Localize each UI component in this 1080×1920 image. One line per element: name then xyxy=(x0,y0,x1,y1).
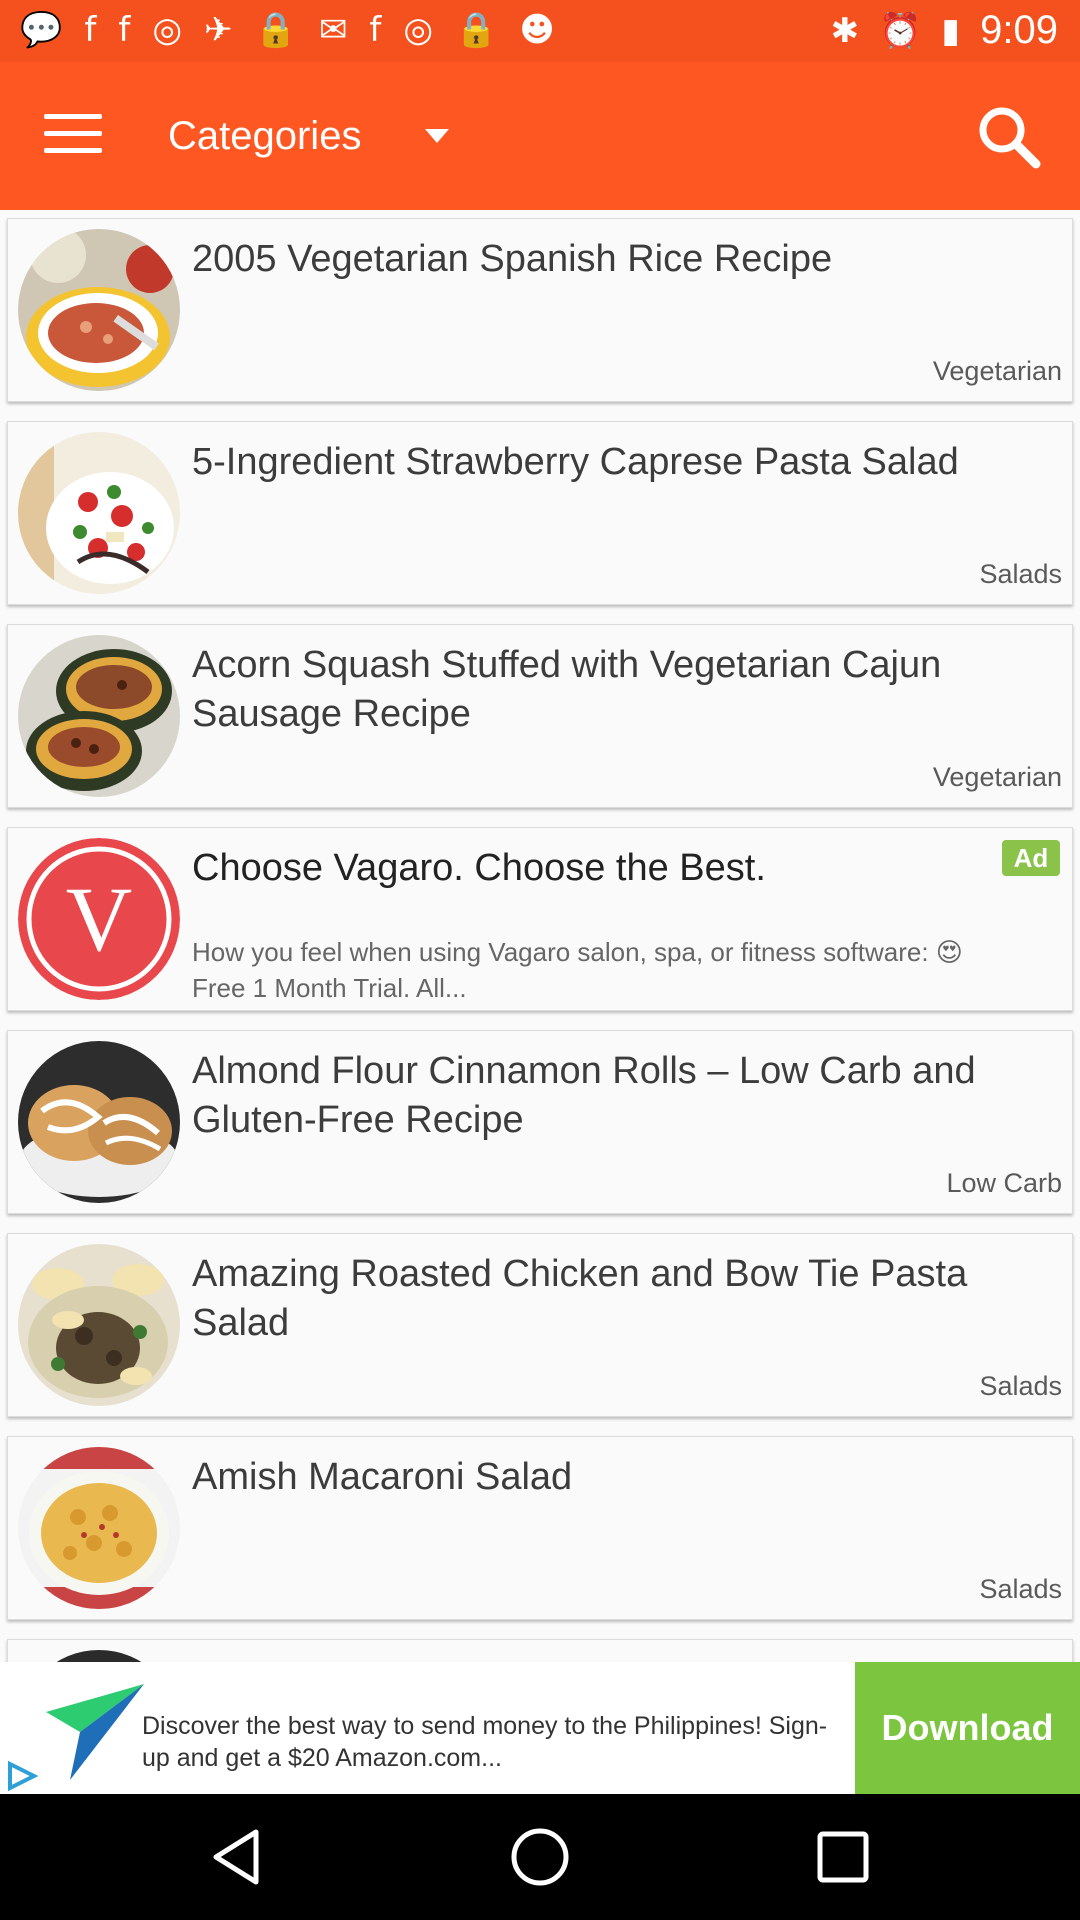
chat-icon: 💬 xyxy=(20,10,63,50)
recipe-card[interactable]: Amish Macaroni Salad Salads xyxy=(7,1436,1073,1620)
notification-icons: 💬 f f ◎ ✈ 🔒 ✉ f ◎ 🔒 ☻ xyxy=(20,10,555,50)
alarm-icon: ⏰ xyxy=(879,10,922,51)
clock: 9:09 xyxy=(980,8,1058,52)
categories-dropdown[interactable]: Categories xyxy=(168,104,450,168)
ad-badge: Ad xyxy=(1002,840,1060,876)
android-icon: ☻ xyxy=(519,10,555,50)
ad-title: Choose Vagaro. Choose the Best. xyxy=(192,847,766,889)
recipe-category: Low Carb xyxy=(946,1168,1062,1198)
recipe-thumbnail xyxy=(18,432,180,594)
mail-icon: ✉ xyxy=(318,10,348,50)
recipe-thumbnail xyxy=(18,1041,180,1203)
recipe-card[interactable]: Almond Flour Cinnamon Rolls – Low Carb a… xyxy=(7,1030,1073,1214)
opera-icon: ◎ xyxy=(152,10,182,50)
app-toolbar: Categories xyxy=(0,62,1080,210)
recipe-card[interactable]: Amazing Roasted Chicken and Bow Tie Past… xyxy=(7,1233,1073,1417)
dropdown-arrow-icon xyxy=(425,129,450,143)
facebook-icon: f xyxy=(118,10,131,50)
recipe-title: Amazing Roasted Chicken and Bow Tie Past… xyxy=(192,1253,968,1344)
categories-title: Categories xyxy=(168,113,362,158)
status-bar: 💬 f f ◎ ✈ 🔒 ✉ f ◎ 🔒 ☻ ✱ ⏰ ▮ 9:09 xyxy=(0,0,1080,62)
navigation-bar xyxy=(0,1794,1080,1920)
recipe-title: 2005 Vegetarian Spanish Rice Recipe xyxy=(192,238,833,280)
back-icon[interactable] xyxy=(202,1822,272,1892)
search-icon[interactable] xyxy=(974,102,1044,172)
opera-icon: ◎ xyxy=(403,10,433,50)
banner-ad-text: Discover the best way to send money to t… xyxy=(142,1712,828,1772)
send-money-logo-icon xyxy=(40,1682,150,1782)
recipe-thumbnail xyxy=(18,229,180,391)
download-button[interactable]: Download xyxy=(855,1662,1080,1794)
recipe-title: Almond Flour Cinnamon Rolls – Low Carb a… xyxy=(192,1050,976,1141)
battery-icon: ▮ xyxy=(941,10,961,51)
vagaro-logo-letter: V xyxy=(66,868,132,970)
recipe-card[interactable]: 2005 Vegetarian Spanish Rice Recipe Vege… xyxy=(7,218,1073,402)
bluetooth-icon: ✱ xyxy=(830,10,860,51)
recipe-card[interactable]: 5-Ingredient Strawberry Caprese Pasta Sa… xyxy=(7,421,1073,605)
lock-icon: 🔒 xyxy=(454,10,498,50)
recipe-category: Vegetarian xyxy=(932,762,1062,792)
recipe-title: 5-Ingredient Strawberry Caprese Pasta Sa… xyxy=(192,441,959,483)
recipe-thumbnail xyxy=(18,1244,180,1406)
recipe-category: Salads xyxy=(979,1574,1062,1604)
facebook-icon: f xyxy=(84,10,97,50)
adchoices-icon[interactable] xyxy=(0,1758,42,1794)
recipe-category: Vegetarian xyxy=(932,356,1062,386)
facebook-icon: f xyxy=(369,10,382,50)
recipe-thumbnail xyxy=(18,635,180,797)
recipe-thumbnail xyxy=(18,1447,180,1609)
recipe-category: Salads xyxy=(979,559,1062,589)
fake-gps-icon: ✈ xyxy=(203,10,233,50)
menu-icon[interactable] xyxy=(44,114,102,158)
home-icon[interactable] xyxy=(505,1822,575,1892)
recipe-title: Amish Macaroni Salad xyxy=(192,1456,573,1498)
banner-ad[interactable]: Discover the best way to send money to t… xyxy=(0,1662,1080,1794)
ad-card[interactable]: V Choose Vagaro. Choose the Best. Ad How… xyxy=(7,827,1073,1011)
recipe-category: Salads xyxy=(979,1371,1062,1401)
vagaro-logo: V xyxy=(18,838,180,1000)
recipe-title: Acorn Squash Stuffed with Vegetarian Caj… xyxy=(192,644,942,735)
lock-icon: 🔒 xyxy=(254,10,297,50)
ad-description: How you feel when using Vagaro salon, sp… xyxy=(192,937,963,1003)
recipe-card[interactable]: Acorn Squash Stuffed with Vegetarian Caj… xyxy=(7,624,1073,808)
recents-icon[interactable] xyxy=(808,1822,878,1892)
